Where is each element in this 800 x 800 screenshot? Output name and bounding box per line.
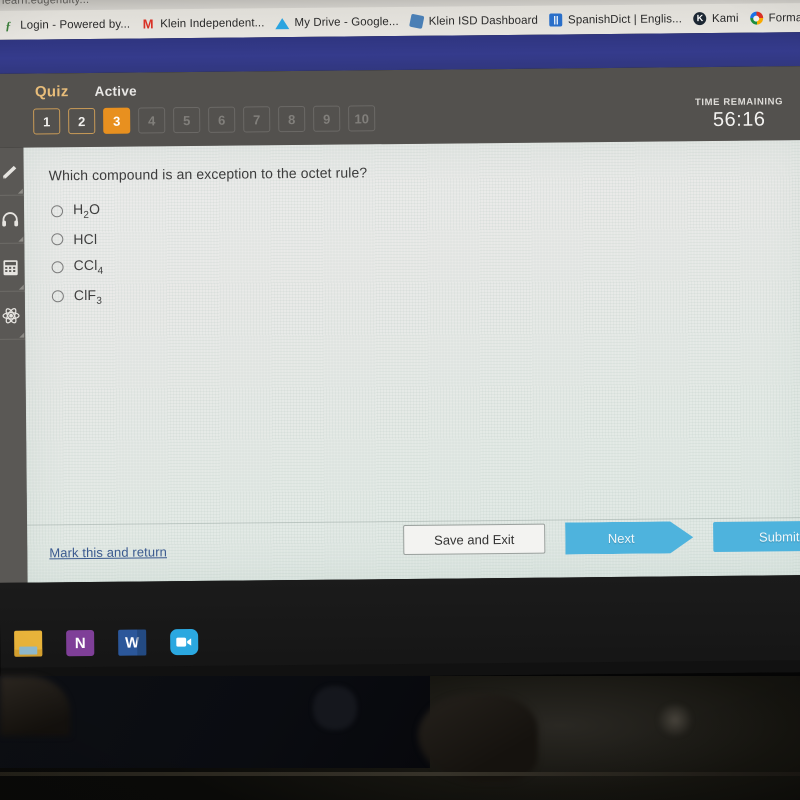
- bookmark-kami[interactable]: K Kami: [690, 9, 745, 28]
- periodic-table-atom-icon: [2, 307, 20, 323]
- question-number-10[interactable]: 10: [348, 105, 376, 132]
- camera-glyph: [176, 637, 192, 647]
- question-number-9[interactable]: 9: [313, 105, 341, 132]
- bookmark-format[interactable]: Format: [746, 9, 800, 28]
- time-remaining-value: 56:16: [712, 108, 766, 132]
- bookmark-label: My Drive - Google...: [294, 15, 399, 29]
- answer-label: ClF3: [73, 286, 103, 307]
- hand-silhouette: [418, 694, 538, 782]
- bookmark-klein-isd-dashboard[interactable]: Klein ISD Dashboard: [407, 11, 544, 30]
- google-drive-icon: [275, 16, 289, 30]
- radio-button[interactable]: [51, 260, 64, 274]
- bookmark-my-drive[interactable]: My Drive - Google...: [272, 12, 404, 31]
- bookmark-spanishdict[interactable]: || SpanishDict | Englis...: [546, 10, 688, 29]
- bookmark-label: Klein ISD Dashboard: [428, 14, 539, 28]
- dashboard-icon: [409, 13, 425, 30]
- save-and-exit-button[interactable]: Save and Exit: [403, 523, 546, 555]
- desk-edge: [0, 772, 800, 776]
- question-number-8[interactable]: 8: [278, 105, 306, 133]
- photo-foreground: [0, 676, 800, 800]
- quiz-header: Quiz Active 1 2 3 4 5 6 7 8 9 10 TIME RE…: [0, 66, 800, 148]
- highlighter-icon: [3, 165, 17, 178]
- quiz-title: Quiz: [34, 83, 69, 101]
- answer-option-hcl[interactable]: HCl: [51, 231, 103, 247]
- tool-calculator[interactable]: [0, 243, 25, 292]
- time-remaining-label: TIME REMAINING: [694, 96, 784, 109]
- dark-blob: [313, 686, 357, 730]
- calculator-icon: [3, 259, 18, 275]
- next-button[interactable]: Next: [565, 521, 693, 554]
- bookmark-label: SpanishDict | Englis...: [567, 12, 683, 26]
- headphones-icon: [2, 211, 19, 226]
- question-number-2[interactable]: 2: [68, 107, 96, 135]
- action-button-row: Save and Exit Next Submit: [403, 520, 800, 556]
- arm-silhouette: [0, 676, 70, 736]
- address-bar-url: learn.edgenuity...: [1, 0, 90, 7]
- radio-button[interactable]: [50, 205, 64, 218]
- bookmark-label: Klein Independent...: [160, 16, 265, 30]
- question-number-nav: 1 2 3 4 5 6 7 8 9 10: [33, 105, 376, 135]
- question-number-1[interactable]: 1: [33, 108, 61, 135]
- question-number-6[interactable]: 6: [208, 106, 236, 133]
- onenote-icon[interactable]: N: [66, 629, 95, 657]
- tool-audio[interactable]: [0, 195, 25, 244]
- question-panel: Which compound is an exception to the oc…: [23, 140, 800, 583]
- dark-reflection-left: [0, 676, 430, 768]
- quiz-title-group: Quiz Active: [34, 83, 138, 101]
- computer-screen: learn.edgenuity... ƒ Login - Powered by.…: [0, 0, 800, 680]
- quiz-status: Active: [94, 83, 138, 99]
- video-app-icon[interactable]: [170, 628, 199, 656]
- question-number-3[interactable]: 3: [103, 107, 131, 134]
- photo-of-screen: learn.edgenuity... ƒ Login - Powered by.…: [0, 0, 800, 800]
- bookmark-login[interactable]: ƒ Login - Powered by...: [0, 15, 136, 34]
- radio-button[interactable]: [51, 233, 64, 246]
- radio-button[interactable]: [51, 290, 64, 303]
- spanishdict-icon: ||: [549, 13, 563, 27]
- word-icon[interactable]: W: [118, 629, 147, 656]
- bookmark-label: Login - Powered by...: [20, 18, 131, 32]
- gmail-icon: M: [142, 16, 154, 32]
- format-icon: [750, 11, 764, 25]
- question-number-4[interactable]: 4: [138, 107, 166, 134]
- bookmark-label: Format: [768, 11, 800, 24]
- answer-label: CCl4: [73, 256, 104, 277]
- answer-options: H2O HCl CCl4 ClF3: [50, 200, 104, 307]
- submit-button[interactable]: Submit: [713, 520, 800, 553]
- question-text: Which compound is an exception to the oc…: [48, 164, 368, 184]
- question-number-7[interactable]: 7: [243, 106, 271, 133]
- answer-option-ccl4[interactable]: CCl4: [51, 257, 103, 277]
- answer-option-clf3[interactable]: ClF3: [51, 286, 104, 307]
- bookmark-klein-independent[interactable]: M Klein Independent...: [138, 14, 270, 33]
- tool-highlighter[interactable]: [0, 147, 24, 196]
- mark-this-and-return-link[interactable]: Mark this and return: [49, 544, 167, 560]
- kami-icon: K: [693, 12, 707, 26]
- light-reflection: [655, 704, 695, 736]
- file-explorer-icon[interactable]: [14, 630, 43, 657]
- login-favicon: ƒ: [5, 18, 12, 33]
- time-remaining: TIME REMAINING 56:16: [679, 96, 799, 132]
- answer-option-h2o[interactable]: H2O: [50, 200, 103, 221]
- answer-label: H2O: [72, 200, 101, 221]
- taskbar-icons: N W: [14, 628, 199, 657]
- bookmark-label: Kami: [711, 12, 739, 25]
- tool-periodic-table[interactable]: [0, 291, 26, 340]
- question-number-5[interactable]: 5: [173, 106, 201, 134]
- answer-label: HCl: [73, 230, 98, 247]
